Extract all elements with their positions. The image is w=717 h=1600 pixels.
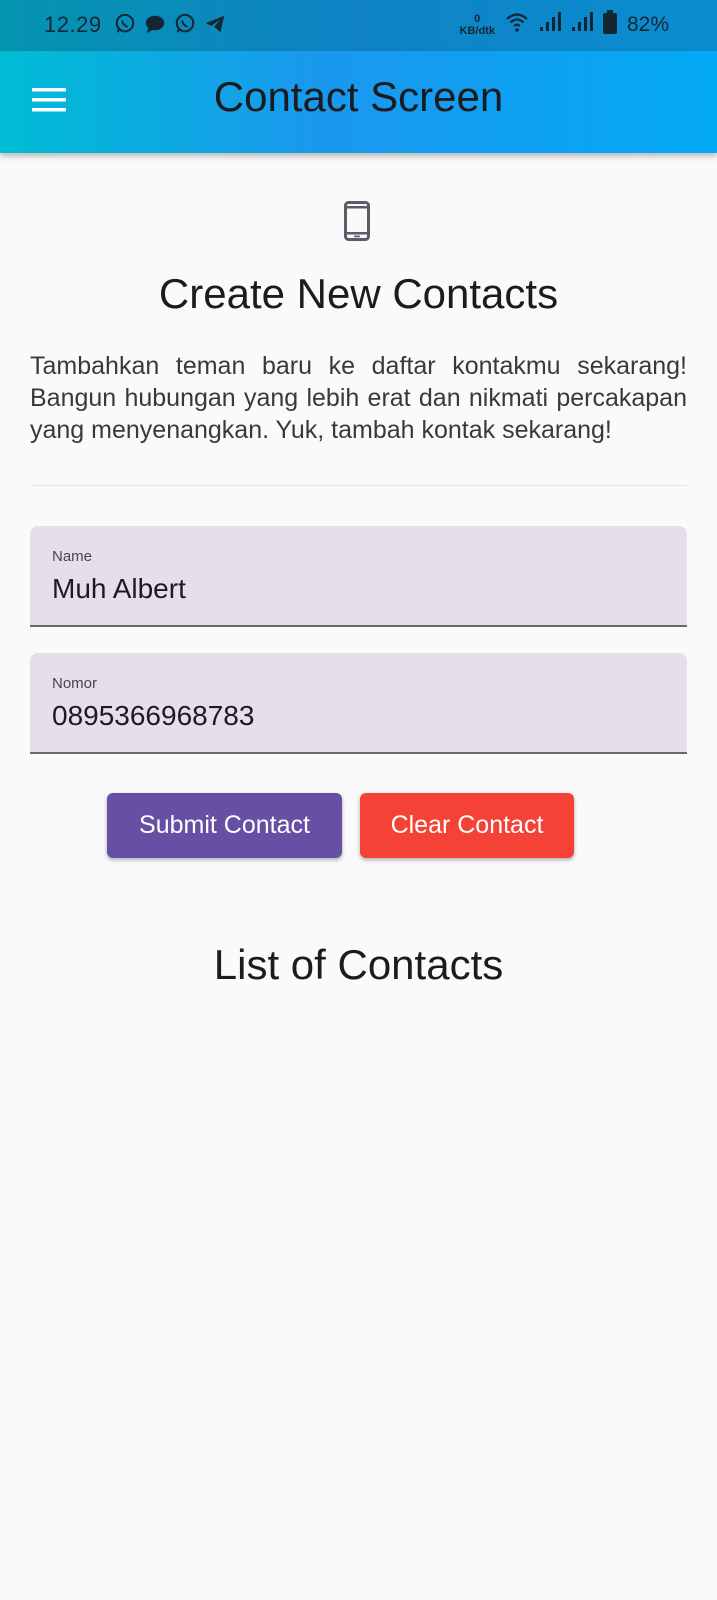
net-speed-unit: KB/dtk: [459, 24, 495, 37]
status-bar: 12.29 0 KB/dtk 82%: [0, 0, 717, 51]
system-status: 0 KB/dtk 82%: [460, 10, 669, 39]
signal-icon: [539, 11, 561, 38]
name-field-value[interactable]: Muh Albert: [52, 573, 186, 605]
submit-contact-button[interactable]: Submit Contact: [107, 793, 342, 858]
battery-icon: [602, 10, 617, 39]
create-contacts-title: Create New Contacts: [158, 270, 559, 317]
divider: [30, 485, 687, 486]
network-speed: 0 KB/dtk: [460, 13, 495, 37]
whatsapp-icon: [174, 13, 196, 35]
wifi-icon: [505, 11, 529, 38]
clear-contact-button[interactable]: Clear Contact: [360, 793, 574, 858]
telegram-icon: [204, 13, 226, 35]
smartphone-icon: [344, 201, 370, 241]
message-icon: [144, 13, 166, 35]
nomor-field-label: Nomor: [52, 675, 98, 692]
nomor-field[interactable]: Nomor 0895366968783: [30, 653, 687, 754]
notification-icons: [114, 13, 226, 35]
battery-percentage: 82%: [626, 12, 669, 36]
status-time: 12.29: [44, 12, 102, 37]
nomor-field-value[interactable]: 0895366968783: [52, 700, 254, 732]
whatsapp-icon: [114, 13, 136, 35]
name-field-label: Name: [52, 548, 93, 565]
net-speed-value: 0: [474, 12, 481, 25]
name-field[interactable]: Name Muh Albert: [30, 526, 687, 627]
app-title: Contact Screen: [213, 73, 504, 120]
description-text: Tambahkan teman baru ke daftar kontakmu …: [30, 352, 687, 444]
list-of-contacts-title: List of Contacts: [213, 941, 504, 988]
app-bar: Contact Screen: [0, 51, 717, 153]
signal-icon: [571, 11, 593, 38]
